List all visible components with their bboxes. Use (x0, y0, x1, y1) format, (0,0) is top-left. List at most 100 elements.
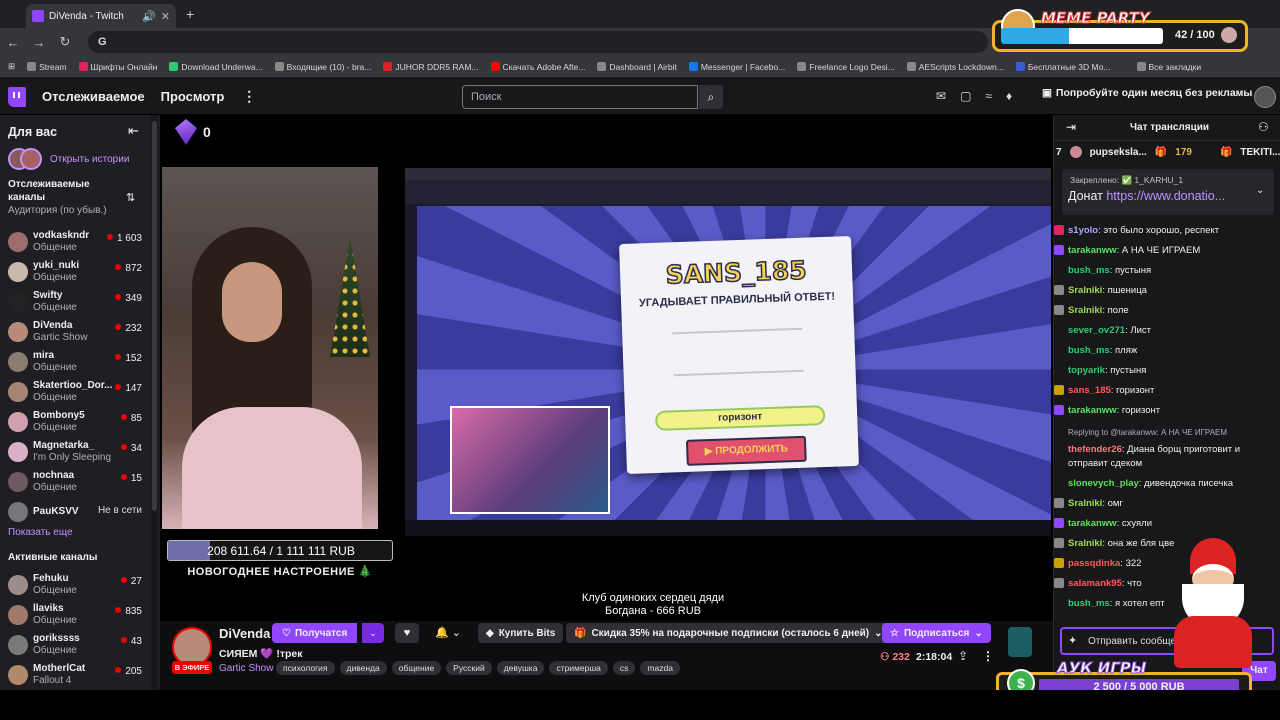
sort-icon[interactable]: ⇅ (126, 191, 135, 204)
drops-icon[interactable]: ≈ (985, 89, 992, 103)
sidebar-channel[interactable]: nochnaa Общение 15 (0, 467, 150, 497)
chat-username[interactable]: salamank95 (1068, 578, 1122, 589)
bookmark[interactable]: Скачать Adobe Afte... (490, 62, 585, 72)
reload-icon[interactable]: ↻ (58, 34, 72, 50)
sidebar-channel[interactable]: Bombony5 Общение 85 (0, 407, 150, 437)
all-bookmarks[interactable]: Все закладки (1136, 62, 1201, 72)
extension-icon[interactable] (1008, 627, 1032, 657)
chat-username[interactable]: tarakanww (1068, 245, 1117, 256)
chat-username[interactable]: Sralniki (1068, 305, 1102, 316)
whispers-icon[interactable]: ▢ (960, 89, 971, 103)
collapse-sidebar-icon[interactable]: ⇤ (128, 123, 139, 139)
follow-button[interactable]: ♡ Получатся (272, 623, 358, 643)
sidebar-channel[interactable]: vodkaskndr Общение 1 603 (0, 227, 150, 257)
inbox-icon[interactable]: ✉ (936, 89, 946, 103)
chat-message: thefender26: Диана борщ приготовит и отп… (1054, 440, 1280, 474)
tag[interactable]: дивенда (339, 661, 387, 675)
crown-icon[interactable]: ♦ (1006, 89, 1012, 103)
tag[interactable]: Русский (446, 661, 492, 675)
chat-username[interactable]: sans_185 (1068, 385, 1111, 396)
chat-username[interactable]: sever_ov271 (1068, 325, 1125, 336)
subscribe-button[interactable]: ☆ Подписаться ⌄ (882, 623, 991, 643)
bookmark[interactable]: Бесплатные 3D Мо... (1015, 62, 1111, 72)
buy-bits-button[interactable]: ◆ Купить Bits (478, 623, 564, 643)
emote-icon[interactable]: ✦ (1068, 634, 1077, 647)
pinned-message[interactable]: Закреплено: ✅ 1_KARHU_1 Донат https://ww… (1062, 169, 1274, 215)
chat-text: дивендочка писечка (1144, 478, 1233, 489)
chat-username[interactable]: slonevych_play (1068, 478, 1139, 489)
sidebar-channel[interactable]: Fehuku Общение 27 (0, 570, 150, 600)
collapse-chat-icon[interactable]: ⇥ (1066, 120, 1076, 134)
bookmark[interactable]: Download Underwa... (169, 62, 263, 72)
chat-username[interactable]: bush_ms (1068, 265, 1110, 276)
chat-message: sever_ov271: Лист (1054, 321, 1280, 341)
video-player[interactable]: 0 SANS_185 УГАДЫВАЕТ ПРАВИЛЬНЫЙ ОТВЕТ! г… (160, 115, 1053, 621)
gift-sub-button[interactable]: 🎁 Скидка 35% на подарочные подписки (оста… (566, 623, 891, 643)
sidebar-channel[interactable]: DiVenda Gartic Show 232 (0, 317, 150, 347)
bookmark[interactable]: AEScripts Lockdown... (906, 62, 1004, 72)
more-options-icon[interactable]: ⋮ (982, 649, 994, 663)
expand-icon[interactable]: ⌄ (1256, 185, 1264, 196)
sidebar-channel[interactable]: gorikssss Общение 43 (0, 630, 150, 660)
search-icon[interactable]: ⌕ (699, 85, 723, 109)
chat-username[interactable]: thefender26 (1068, 444, 1122, 455)
forward-icon[interactable]: → (32, 35, 46, 50)
chat-username[interactable]: passqdinka (1068, 558, 1120, 569)
chat-username[interactable]: tarakanww (1068, 518, 1117, 529)
tag[interactable]: психология (276, 661, 335, 675)
sidebar-channel[interactable]: llaviks Общение 835 (0, 600, 150, 630)
user-avatar[interactable] (1254, 86, 1276, 108)
tag[interactable]: девушка (496, 661, 545, 675)
sidebar-channel[interactable]: mira Общение 152 (0, 347, 150, 377)
address-bar[interactable]: G (88, 31, 988, 53)
chat-username[interactable]: topyarik (1068, 365, 1105, 376)
chat-username[interactable]: bush_ms (1068, 345, 1110, 356)
tag[interactable]: общение (391, 661, 442, 675)
mute-icon[interactable]: 🔊 (142, 10, 156, 23)
search-input[interactable]: Поиск (462, 85, 698, 109)
twitch-logo-icon[interactable] (8, 86, 26, 107)
tag[interactable]: стримерша (549, 661, 608, 675)
notification-bell-icon[interactable]: 🔔 ⌄ (430, 623, 466, 643)
bookmark[interactable]: Dashboard | Airbit (597, 62, 677, 72)
nav-following[interactable]: Отслеживаемое (42, 89, 145, 104)
sidebar-channel-offline[interactable]: PauKSVV Не в сети (0, 497, 150, 527)
bookmark[interactable]: Freelance Logo Desi... (797, 62, 895, 72)
tag[interactable]: mazda (640, 661, 680, 675)
chat-username[interactable]: tarakanww (1068, 405, 1117, 416)
channel-name[interactable]: DiVenda (219, 626, 270, 641)
follow-dropdown-icon[interactable]: ⌄ (362, 623, 384, 643)
heart-icon[interactable]: ♥ (395, 623, 419, 643)
bookmark[interactable]: Messenger | Facebo... (688, 62, 785, 72)
chat-username[interactable]: Sralniki (1068, 498, 1102, 509)
show-more-link[interactable]: Показать еще (8, 527, 73, 538)
sidebar-channel[interactable]: Skatertioo_Dor... Общение 147 (0, 377, 150, 407)
chat-username[interactable]: Sralniki (1068, 285, 1102, 296)
bookmark[interactable]: JUHOR DDR5 RAM... (383, 62, 479, 72)
sidebar-channel[interactable]: MotherlCat Fallout 4 205 (0, 660, 150, 690)
sidebar-scrollbar[interactable] (151, 115, 158, 690)
chat-username[interactable]: bush_ms (1068, 598, 1110, 609)
more-icon[interactable]: ⋮ (242, 88, 256, 105)
close-tab-icon[interactable]: ✕ (161, 10, 170, 23)
sidebar-channel[interactable]: yuki_nuki Общение 872 (0, 257, 150, 287)
bookmark[interactable]: Шрифты Онлайн (78, 62, 157, 72)
pinned-link[interactable]: https://www.donatio... (1106, 189, 1225, 203)
bookmark[interactable]: Входящие (10) - bra... (274, 62, 371, 72)
stories-link[interactable]: Открыть истории (8, 148, 129, 170)
sidebar-channel[interactable]: Swifty Общение 349 (0, 287, 150, 317)
apps-icon[interactable]: ⊞ (8, 61, 15, 72)
no-ads-promo[interactable]: ▣ Попробуйте один месяц без рекламы (1042, 87, 1263, 99)
bookmark[interactable]: Stream (27, 62, 67, 72)
community-icon[interactable]: ⚇ (1258, 120, 1269, 134)
sidebar-channel[interactable]: Magnetarka_ I'm Only Sleeping 34 (0, 437, 150, 467)
back-icon[interactable]: ← (6, 35, 20, 50)
chat-username[interactable]: s1yolo (1068, 225, 1098, 236)
share-icon[interactable]: ⇪ (958, 649, 968, 663)
tag[interactable]: cs (612, 661, 636, 675)
new-tab-icon[interactable]: + (186, 6, 194, 22)
game-link[interactable]: Gartic Show (219, 663, 273, 674)
nav-browse[interactable]: Просмотр (161, 89, 225, 104)
browser-tab[interactable]: DiVenda - Twitch 🔊 ✕ (26, 4, 176, 28)
chat-username[interactable]: Sralniki (1068, 538, 1102, 549)
